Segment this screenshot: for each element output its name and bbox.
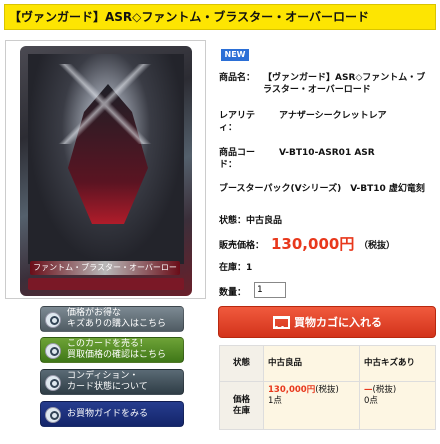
rarity-label: レアリティ： (219, 111, 256, 133)
rarity-value: アナザーシークレットレア (279, 111, 387, 121)
add-to-cart-button[interactable]: 買物カゴに入れる (218, 306, 436, 338)
condition-info: 状態：中古良品 (219, 216, 283, 226)
cart-icon (272, 315, 290, 329)
card-artwork (28, 54, 184, 264)
stock-info: 在庫：1 (219, 263, 253, 273)
scratched-price: — (364, 385, 373, 395)
price-label: 販売価格： (219, 241, 265, 251)
button-line1: 価格がお得な (67, 308, 122, 318)
search-icon (45, 407, 61, 423)
header-scratched: 中古キズあり (359, 345, 436, 382)
search-icon (45, 343, 61, 359)
button-line1: お買物ガイドをみる (67, 408, 149, 419)
good-price: 130,000円 (268, 385, 316, 395)
scratched-tax: (税抜) (372, 385, 397, 395)
scratched-stock: 0点 (364, 396, 378, 406)
card-image-frame[interactable]: ファントム・ブラスター・オーバーロード (5, 40, 206, 299)
booster-pack-info: ブースターパック(Vシリーズ) V-BT10 虚幻竜刻 (219, 184, 425, 194)
scratched-cell[interactable]: —(税抜) 0点 (359, 381, 436, 430)
button-line2: 買取価格の確認はこちら (67, 350, 167, 360)
button-line1: コンディション・ (67, 371, 139, 381)
product-name-value: 【ヴァンガード】ASR◇ファントム・ブラスター・オーバーロード (263, 73, 426, 95)
page-title: 【ヴァンガード】ASR◇ファントム・ブラスター・オーバーロード (4, 4, 436, 30)
shopping-guide-button[interactable]: お買物ガイドをみる (40, 401, 184, 427)
scratched-items-button[interactable]: 価格がお得な キズありの購入はこちら (40, 306, 184, 332)
product-code-label: 商品コード： (219, 148, 256, 170)
good-stock: 1点 (268, 396, 282, 406)
button-line1: このカードを売る！ (67, 339, 149, 349)
stock-table: 状態 中古良品 中古キズあり 価格 在庫 130,000円(税抜) 1点 —(税… (219, 345, 436, 430)
good-tax: (税抜) (315, 385, 339, 395)
price-tax-note: （税抜） (359, 241, 396, 251)
header-condition: 状態 (219, 345, 264, 382)
button-line2: キズありの購入はこちら (67, 319, 167, 329)
card-name-bar: ファントム・ブラスター・オーバーロード (30, 261, 180, 286)
product-name-label: 商品名： (219, 73, 256, 83)
product-code-value: V-BT10-ASR01 ASR (279, 148, 375, 158)
quantity-input[interactable] (254, 282, 286, 298)
sell-card-button[interactable]: このカードを売る！ 買取価格の確認はこちら (40, 337, 184, 363)
card-image: ファントム・ブラスター・オーバーロード (20, 46, 192, 296)
button-line2: カード状態について (67, 382, 148, 392)
price-value: 130,000円 (271, 235, 355, 253)
row-label: 価格 在庫 (219, 381, 264, 430)
search-icon (45, 375, 61, 391)
card-text-bar (28, 278, 184, 290)
quantity-label: 数量： (219, 288, 247, 298)
stock-table-header: 状態 中古良品 中古キズあり (219, 345, 436, 382)
new-badge: NEW (221, 49, 249, 61)
good-cell[interactable]: 130,000円(税抜) 1点 (263, 381, 360, 430)
stock-table-row: 価格 在庫 130,000円(税抜) 1点 —(税抜) 0点 (219, 381, 436, 430)
condition-info-button[interactable]: コンディション・ カード状態について (40, 369, 184, 395)
search-icon (45, 312, 61, 328)
add-to-cart-label: 買物カゴに入れる (294, 316, 382, 329)
price-row: 販売価格： 130,000円 （税抜） (219, 236, 434, 252)
header-good: 中古良品 (263, 345, 360, 382)
